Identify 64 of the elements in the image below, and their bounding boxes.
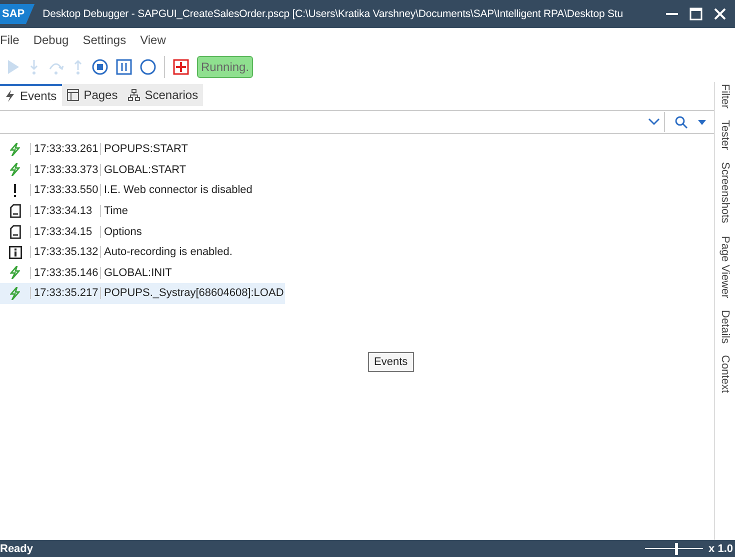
stop-icon[interactable] <box>92 59 108 75</box>
status-text: Ready <box>0 542 34 554</box>
bolt-icon <box>10 286 20 300</box>
event-row[interactable]: 17:33:33.261 POPUPS:START <box>0 139 285 160</box>
event-name: Auto-recording is enabled. <box>100 246 232 258</box>
event-row[interactable]: 17:33:35.146 GLOBAL:INIT <box>0 262 285 284</box>
bolt-icon <box>5 90 15 102</box>
zoom-label: x 1.0 <box>708 542 733 554</box>
side-tab[interactable]: Filter <box>719 84 731 108</box>
tooltip: Events <box>368 352 414 372</box>
event-name: Options <box>100 226 142 238</box>
document-icon <box>10 204 20 218</box>
event-time: 17:33:35.217 <box>30 287 100 300</box>
side-tab[interactable]: Details <box>719 310 731 344</box>
caret-icon[interactable] <box>698 120 706 124</box>
event-time: 17:33:34.15 <box>30 226 100 238</box>
menu-item[interactable]: File <box>0 33 20 47</box>
event-row[interactable]: 17:33:33.550 I.E. Web connector is disabled <box>0 180 285 201</box>
event-row[interactable]: 17:33:34.15 Options <box>0 221 285 242</box>
event-row[interactable]: 17:33:35.132 Auto-recording is enabled. <box>0 242 285 263</box>
window-title: Desktop Debugger - SAPGUI_CreateSalesOrder.pscp [C:\Users\Kratika Varshney\Documents\SAP\Intelligent RPA\Desktop Stu <box>42 8 624 20</box>
side-tab[interactable]: Tester <box>719 120 731 150</box>
event-row[interactable]: 17:33:33.373 GLOBAL:START <box>0 160 285 180</box>
chevron-down-icon <box>648 118 660 126</box>
event-time: 17:33:33.261 <box>30 143 100 156</box>
event-name: POPUPS._Systray[68604608]:LOAD <box>100 287 284 300</box>
record-icon[interactable] <box>140 59 156 75</box>
bolt-icon <box>10 266 20 280</box>
exclamation-icon <box>13 184 17 197</box>
event-time: 17:33:34.13 <box>30 205 100 218</box>
event-name: POPUPS:START <box>100 143 188 156</box>
event-name: Time <box>100 205 128 218</box>
side-tab[interactable]: Page Viewer <box>719 236 731 298</box>
menu-item[interactable]: Debug <box>33 33 69 47</box>
document-icon <box>10 224 20 239</box>
sap-logo: SAP <box>0 4 35 24</box>
layout-icon <box>66 89 79 101</box>
event-row[interactable]: 17:33:34.13 Time <box>0 200 285 222</box>
event-time: 17:33:35.132 <box>30 246 100 258</box>
tab[interactable]: Scenarios <box>122 84 204 106</box>
search-icon[interactable] <box>675 116 688 128</box>
info-icon <box>8 246 22 259</box>
close-icon[interactable] <box>713 7 727 21</box>
zoom-slider[interactable] <box>644 542 703 554</box>
event-time: 17:33:33.550 <box>30 184 100 196</box>
menu-item[interactable]: View <box>140 33 166 47</box>
slider-thumb[interactable] <box>675 542 678 554</box>
event-time: 17:33:35.146 <box>30 266 100 279</box>
bolt-icon <box>10 163 20 176</box>
maximize-icon[interactable] <box>689 7 703 21</box>
side-tab[interactable]: Context <box>719 355 731 394</box>
event-name: I.E. Web connector is disabled <box>100 184 252 196</box>
hierarchy-icon <box>128 89 140 101</box>
event-name: GLOBAL:INIT <box>100 266 172 279</box>
target-icon[interactable] <box>173 59 189 75</box>
event-row[interactable]: 17:33:35.217 POPUPS._Systray[68604608]:LOAD <box>0 283 285 304</box>
side-tab[interactable]: Screenshots <box>719 162 731 224</box>
bolt-icon <box>10 142 20 156</box>
event-name: GLOBAL:START <box>100 164 186 176</box>
status-badge: Running. <box>197 56 254 78</box>
menu-item[interactable]: Settings <box>82 33 126 47</box>
event-time: 17:33:33.373 <box>30 164 100 176</box>
pause-icon[interactable] <box>116 59 132 75</box>
tab[interactable]: Pages <box>62 84 123 106</box>
